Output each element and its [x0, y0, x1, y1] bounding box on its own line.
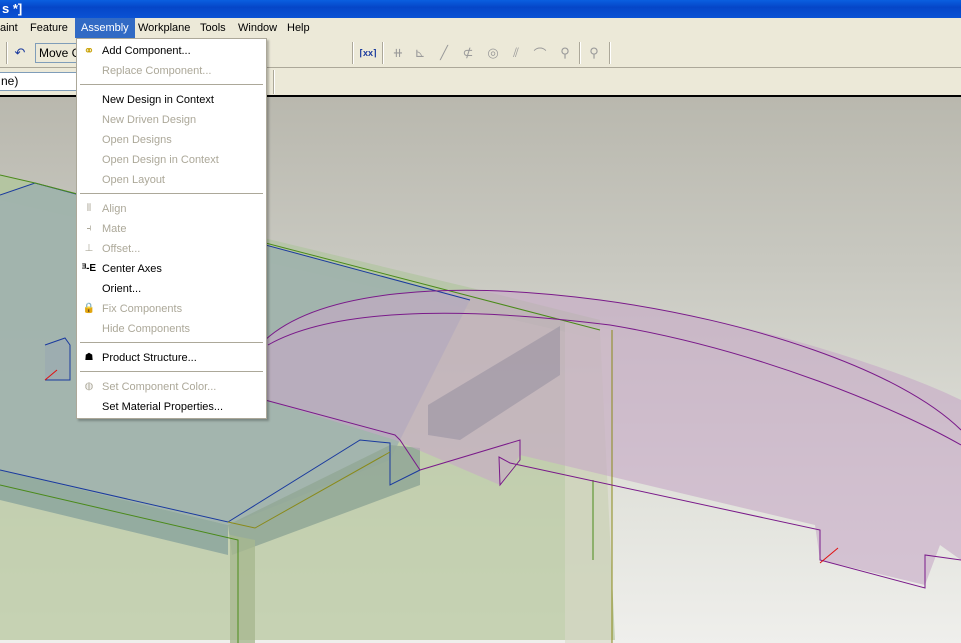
menu-item-orient[interactable]: Orient... [77, 279, 266, 299]
menu-divider [80, 193, 263, 195]
product-structure-icon: ☗ [84, 352, 94, 363]
menu-item-set-material-properties[interactable]: Set Material Properties... [77, 397, 266, 417]
fix-components-icon: 🔒 [82, 303, 96, 314]
menu-divider [80, 84, 263, 86]
menu-item-add-component[interactable]: ⚭ Add Component... [77, 41, 266, 61]
post [230, 535, 255, 643]
toolbar-separator [352, 42, 354, 64]
fix-constraint-icon[interactable]: ⚲ [555, 43, 575, 63]
menu-tools[interactable]: Tools [194, 18, 232, 38]
menu-item-set-component-color[interactable]: ◍ Set Component Color... [77, 377, 266, 397]
menu-window[interactable]: Window [232, 18, 283, 38]
perpendicular-constraint-icon[interactable]: ⊾ [410, 43, 430, 63]
menu-item-new-driven-design[interactable]: New Driven Design [77, 110, 266, 130]
menu-item-mate[interactable]: ⫞ Mate [77, 219, 266, 239]
menu-divider [80, 342, 263, 344]
curve-constraint-icon[interactable]: ⌒ [530, 43, 550, 63]
dimension-icon[interactable]: ⌈xx⌉ [358, 43, 378, 63]
parallel-constraint-icon[interactable]: ⧺ [388, 43, 408, 63]
menu-item-hide-components[interactable]: Hide Components [77, 319, 266, 339]
zoom-icon[interactable]: ⚲ [584, 43, 604, 63]
menu-item-align[interactable]: ⫴ Align [77, 199, 266, 219]
concentric-icon[interactable]: ◎ [483, 43, 503, 63]
equal-icon[interactable]: ⫽ [506, 43, 526, 63]
menu-help[interactable]: Help [281, 18, 316, 38]
toolbar-separator [6, 42, 8, 64]
menu-paint[interactable]: aint [0, 18, 24, 38]
tangent-icon[interactable]: ⊄ [458, 43, 478, 63]
offset-icon: ⊥ [84, 243, 94, 254]
menu-workplane[interactable]: Workplane [132, 18, 196, 38]
line-icon[interactable]: ╱ [434, 43, 454, 63]
menu-assembly[interactable]: Assembly [75, 18, 135, 38]
add-component-icon: ⚭ [83, 43, 95, 58]
window-title: s *] [2, 1, 23, 16]
menu-feature[interactable]: Feature [24, 18, 74, 38]
menu-item-center-axes[interactable]: ᴲ-E Center Axes [77, 259, 266, 279]
small-box [44, 337, 71, 381]
toolbar-separator [273, 70, 275, 94]
component-color-icon: ◍ [84, 381, 94, 392]
menu-divider [80, 371, 263, 373]
menu-item-product-structure[interactable]: ☗ Product Structure... [77, 348, 266, 368]
toolbar-separator [382, 42, 384, 64]
menu-item-new-design-in-context[interactable]: New Design in Context [77, 90, 266, 110]
menu-item-offset[interactable]: ⊥ Offset... [77, 239, 266, 259]
center-axes-icon: ᴲ-E [81, 263, 97, 274]
menu-item-open-design-in-context[interactable]: Open Design in Context [77, 150, 266, 170]
mate-icon: ⫞ [86, 223, 92, 234]
menu-item-replace-component[interactable]: Replace Component... [77, 61, 266, 81]
menu-item-open-designs[interactable]: Open Designs [77, 130, 266, 150]
toolbar-separator [579, 42, 581, 64]
undo-icon[interactable]: ↶ [10, 43, 30, 63]
selection-combo[interactable]: ne) [0, 72, 78, 91]
menu-item-fix-components[interactable]: 🔒 Fix Components [77, 299, 266, 319]
assembly-dropdown-menu: ⚭ Add Component... Replace Component... … [76, 38, 267, 419]
toolbar-separator [609, 42, 611, 64]
title-bar: s *] [0, 0, 961, 18]
menu-bar: aint Feature Assembly Workplane Tools Wi… [0, 18, 961, 38]
align-icon: ⫴ [86, 203, 92, 214]
menu-item-open-layout[interactable]: Open Layout [77, 170, 266, 190]
